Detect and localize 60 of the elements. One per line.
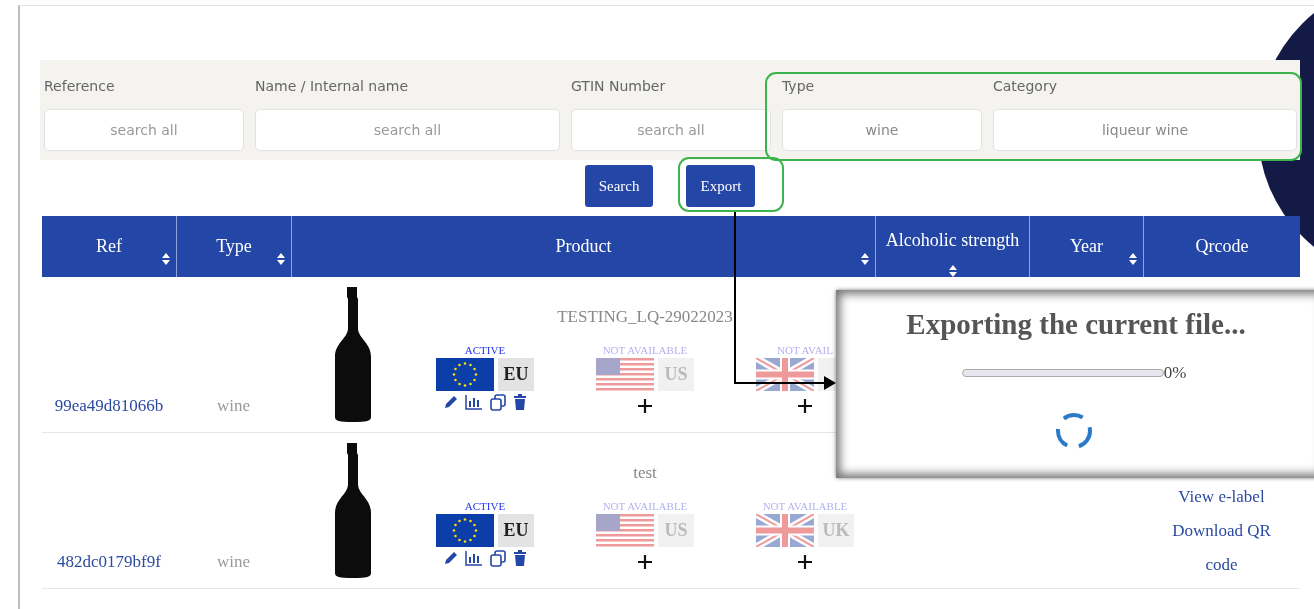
copy-icon[interactable] — [489, 550, 507, 567]
add-icon[interactable] — [798, 399, 812, 413]
sort-icon[interactable] — [1129, 253, 1137, 265]
market-status: NOT AVAILABLE — [602, 343, 688, 358]
filter-field[interactable]: search all — [255, 108, 560, 151]
sort-icon[interactable] — [277, 253, 285, 265]
uk-flag-icon — [756, 358, 814, 391]
dialog-title: Exporting the current file... — [906, 308, 1246, 341]
column-header[interactable]: Product — [291, 216, 875, 277]
add-icon[interactable] — [638, 399, 652, 413]
filter-label: Name / Internal name — [255, 78, 410, 96]
qrcode-link[interactable]: View e-label — [1166, 480, 1277, 514]
market-status: NOT AVAILABLE — [602, 499, 688, 514]
us-flag-icon — [596, 514, 654, 547]
sort-icon[interactable] — [861, 253, 869, 265]
eu-flag-icon — [436, 514, 494, 547]
filter-field[interactable]: wine — [782, 108, 982, 151]
sort-icon[interactable] — [948, 265, 957, 277]
bar-chart-icon[interactable] — [465, 550, 483, 566]
type-cell: wine — [216, 552, 250, 572]
us-flag-icon — [596, 358, 654, 391]
filter-label: Category — [993, 78, 1058, 96]
column-header[interactable]: Qrcode — [1143, 216, 1300, 277]
bar-chart-icon[interactable] — [465, 394, 483, 410]
market-status: NOT AVAIL — [777, 343, 833, 358]
reference-link[interactable]: 99ea49d81066b — [54, 396, 164, 416]
copy-icon[interactable] — [489, 394, 507, 411]
qrcode-link[interactable]: Download QR code — [1166, 514, 1277, 582]
column-header[interactable]: Alcoholic strength — [875, 216, 1029, 277]
filter-field[interactable]: liqueur wine — [993, 108, 1297, 151]
market-code: EU — [498, 514, 534, 547]
filter-label: Type — [782, 78, 816, 96]
market-status: ACTIVE — [464, 343, 506, 358]
uk-flag-icon — [756, 514, 814, 547]
market-code: EU — [498, 358, 534, 391]
market-status: NOT AVAILABLE — [762, 499, 848, 514]
product-name: test — [633, 463, 657, 484]
pencil-icon[interactable] — [443, 550, 459, 566]
product-name: TESTING_LQ-29022023 — [557, 307, 733, 328]
pencil-icon[interactable] — [443, 394, 459, 410]
trash-icon[interactable] — [513, 550, 527, 566]
add-icon[interactable] — [638, 555, 652, 569]
trash-icon[interactable] — [513, 394, 527, 410]
type-cell: wine — [216, 396, 250, 416]
eu-flag-icon — [436, 358, 494, 391]
reference-link[interactable]: 482dc0179bf9f — [57, 552, 161, 572]
progress-reading: 0% — [1163, 363, 1187, 383]
filter-label: Reference — [44, 78, 116, 96]
spinner-icon — [1054, 411, 1094, 451]
sort-icon[interactable] — [162, 253, 170, 265]
filter-field[interactable]: search all — [571, 108, 771, 151]
add-icon[interactable] — [798, 555, 812, 569]
column-header[interactable]: Type — [176, 216, 291, 277]
column-header[interactable]: Ref — [42, 216, 176, 277]
market-status: ACTIVE — [464, 499, 506, 514]
column-header[interactable]: Year — [1029, 216, 1143, 277]
filter-field[interactable]: search all — [44, 108, 244, 151]
export-button[interactable]: Export — [686, 165, 756, 207]
filter-label: GTIN Number — [571, 78, 667, 96]
search-button[interactable]: Search — [584, 165, 654, 207]
